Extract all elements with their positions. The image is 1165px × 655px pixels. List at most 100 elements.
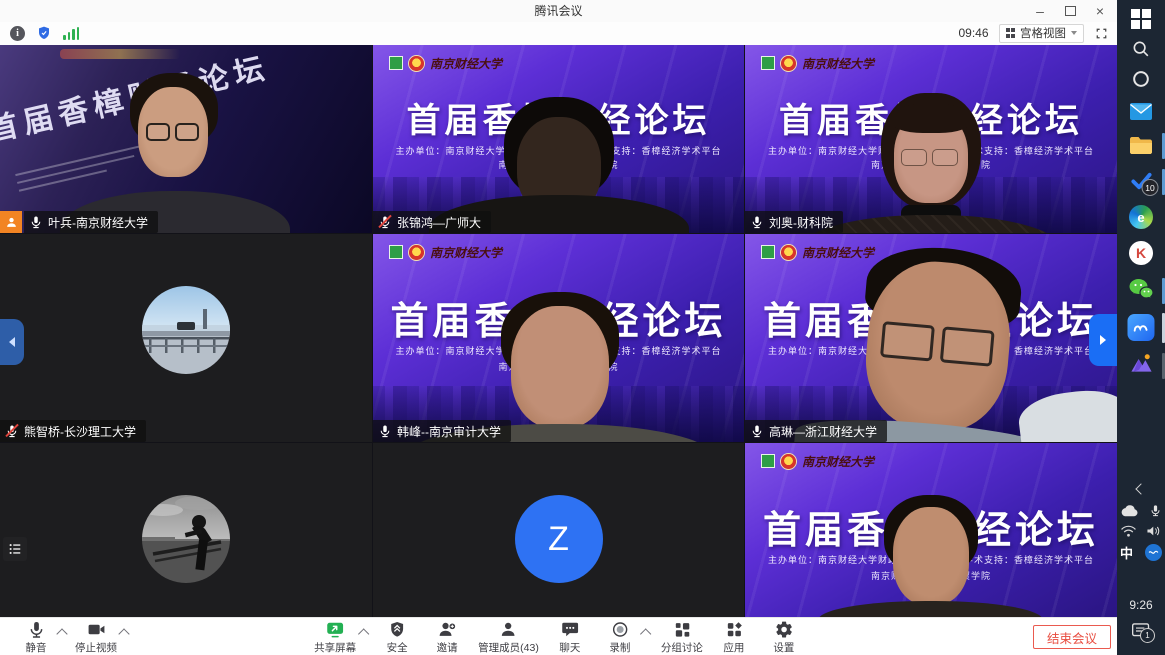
banner-color-streak [60, 49, 180, 59]
screen: 腾讯会议 – × i 09:46 [0, 0, 1165, 655]
maximize-button[interactable] [1055, 0, 1085, 22]
chevron-left-icon [9, 337, 15, 347]
taskbar-wechat-app[interactable] [1128, 277, 1154, 301]
todo-badge-count: 10 [1142, 179, 1159, 196]
purple-mountain-icon [1129, 352, 1154, 374]
breakout-rooms-button[interactable]: 分组讨论 [656, 618, 708, 655]
apps-grid-icon [724, 620, 743, 639]
meeting-info-icon[interactable]: i [10, 26, 25, 41]
ifly-input-icon[interactable] [1145, 544, 1162, 561]
mic-on-icon [750, 424, 764, 438]
mute-button[interactable]: 静音 [12, 618, 60, 655]
windows-start-button[interactable] [1131, 9, 1151, 29]
mic-muted-icon [5, 424, 19, 438]
participant-label: 高琳—浙江财经大学 [745, 420, 887, 442]
video-tile-hanfeng[interactable]: 南京财经大学 首届香樟财经论坛 主办单位：南京财经大学财政与税务学院 学术支持：… [373, 234, 744, 442]
grid-next-page-button[interactable] [1089, 314, 1117, 366]
person-add-icon [438, 620, 457, 639]
chevron-left-icon [1135, 483, 1146, 494]
cortana-button[interactable] [1131, 69, 1151, 89]
tray-expand-button[interactable] [1137, 485, 1145, 493]
taskbar-clock[interactable]: 9:26 [1129, 598, 1152, 612]
camera-icon [87, 620, 106, 639]
taskbar-todo-app[interactable]: 10 [1130, 169, 1153, 192]
university-emblem-icon [781, 245, 796, 260]
security-button[interactable]: 安全 [373, 618, 421, 655]
taskbar-mountain-app[interactable] [1129, 352, 1154, 374]
window-title: 腾讯会议 [0, 0, 1117, 22]
backdrop-logos: 南京财经大学 [761, 453, 874, 469]
participant-person [100, 73, 250, 233]
breakout-blocks-icon [672, 620, 691, 639]
speaker-icon[interactable] [1146, 524, 1162, 538]
cloud-icon[interactable] [1120, 504, 1138, 517]
avatar-photo-bw [141, 494, 231, 584]
view-mode-dropdown[interactable]: 宫格视图 [999, 24, 1085, 43]
video-tile-bottom-right[interactable]: 南京财经大学 首届香樟财经论坛 主办单位：南京财经大学财政与税务学院 学术支持：… [745, 443, 1117, 617]
chat-bubble-icon [560, 620, 579, 639]
mic-on-icon [750, 215, 764, 229]
university-emblem-icon [781, 56, 796, 71]
mail-icon [1129, 101, 1153, 122]
layout-list-button[interactable] [3, 537, 27, 561]
participant-person [846, 93, 1016, 233]
taskbar-edge-browser[interactable]: e [1129, 205, 1153, 229]
window-controls: – × [1025, 0, 1115, 22]
fullscreen-icon[interactable] [1094, 26, 1109, 41]
settings-button[interactable]: 设置 [760, 618, 808, 655]
stop-video-button[interactable]: 停止视频 [70, 618, 122, 655]
green-logo-icon [389, 245, 403, 259]
network-signal-icon[interactable] [63, 27, 79, 40]
video-tile-gaolin[interactable]: 南京财经大学 首届香樟财经论坛 主办单位：南京财经大学财政与税务学院 学术支持：… [745, 234, 1117, 442]
taskbar-search-button[interactable] [1131, 39, 1151, 59]
backdrop-logos: 南京财经大学 [389, 244, 502, 260]
share-screen-button[interactable]: 共享屏幕 [309, 618, 361, 655]
record-button[interactable]: 录制 [596, 618, 644, 655]
university-emblem-icon [409, 245, 424, 260]
share-screen-icon [326, 620, 345, 639]
control-bar-left: 静音 停止视频 [12, 618, 132, 655]
video-tile-yebing[interactable]: 首届香樟财经论坛 [0, 45, 372, 233]
participant-name: 张锦鸿—广师大 [397, 214, 481, 231]
tray-mic-icon[interactable] [1149, 503, 1162, 518]
minimize-button[interactable]: – [1025, 0, 1055, 22]
host-badge-icon [0, 211, 22, 233]
avatar-photo-pier [141, 285, 231, 375]
taskbar-mail-app[interactable] [1129, 101, 1153, 122]
record-icon [610, 620, 629, 639]
university-emblem-icon [409, 56, 424, 71]
tray-row-2 [1120, 524, 1162, 538]
title-bar: 腾讯会议 – × [0, 0, 1117, 22]
university-name: 南京财经大学 [802, 453, 874, 470]
meeting-security-shield-icon[interactable] [36, 25, 52, 41]
participant-label: 叶兵-南京财经大学 [0, 211, 158, 233]
glasses [901, 149, 958, 166]
apps-button[interactable]: 应用 [710, 618, 758, 655]
taskbar-k-app[interactable]: K [1129, 241, 1153, 265]
participant-person [479, 97, 639, 233]
input-method-indicator[interactable]: 中 [1120, 543, 1133, 562]
mic-icon [27, 620, 46, 639]
chat-button[interactable]: 聊天 [546, 618, 594, 655]
chevron-down-icon [1071, 31, 1077, 35]
meeting-toolbar: i 09:46 宫格视图 [0, 22, 1117, 46]
end-meeting-button[interactable]: 结束会议 [1033, 625, 1111, 649]
video-tile-xiongzhiqiao[interactable]: 熊智桥-长沙理工大学 [0, 234, 372, 442]
participant-name: 熊智桥-长沙理工大学 [24, 423, 136, 440]
manage-members-button[interactable]: 管理成员(43) [473, 618, 544, 655]
video-tile-zhangjinhong[interactable]: 南京财经大学 首届香樟财经论坛 主办单位：南京财经大学财政与税务学院 学术支持：… [373, 45, 744, 233]
green-logo-icon [761, 454, 775, 468]
video-tile-liuao[interactable]: 南京财经大学 首届香樟财经论坛 主办单位：南京财经大学财政与税务学院 学术支持：… [745, 45, 1117, 233]
close-button[interactable]: × [1085, 0, 1115, 22]
video-tile-avatar-z[interactable]: Z [373, 443, 744, 617]
notification-center-button[interactable]: 1 [1131, 622, 1151, 640]
list-icon [8, 542, 22, 556]
taskbar-file-explorer-app[interactable] [1129, 135, 1154, 156]
video-tile-avatar-bw[interactable] [0, 443, 372, 617]
network-icon[interactable] [1120, 524, 1137, 538]
invite-button[interactable]: 邀请 [423, 618, 471, 655]
green-logo-icon [761, 245, 775, 259]
grid-prev-page-button[interactable] [0, 319, 24, 365]
wechat-icon [1128, 277, 1154, 301]
taskbar-tencent-meeting-app[interactable] [1128, 314, 1155, 341]
